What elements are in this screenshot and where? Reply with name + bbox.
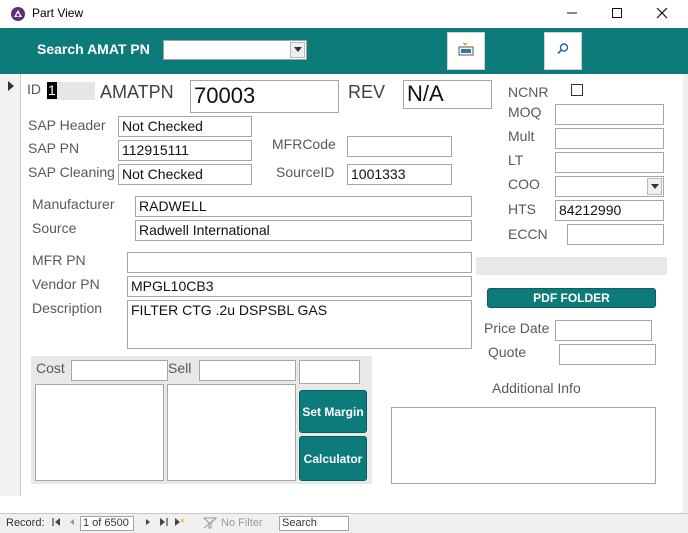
first-record-icon[interactable] — [52, 517, 61, 530]
price-date-label: Price Date — [484, 320, 550, 336]
sourceid-field[interactable]: 1001333 — [347, 164, 452, 185]
sell-list[interactable] — [167, 384, 296, 481]
cost-list[interactable] — [35, 384, 164, 481]
record-label: Record: — [6, 517, 45, 529]
last-record-icon[interactable] — [159, 517, 168, 530]
scroll-edge — [683, 74, 688, 514]
id-label: ID — [27, 81, 41, 97]
search-amat-pn-label: Search AMAT PN — [37, 41, 150, 57]
description-label: Description — [32, 300, 103, 316]
source-field[interactable]: Radwell International — [135, 220, 472, 241]
moq-label: MOQ — [508, 104, 542, 120]
no-filter-label[interactable]: No Filter — [221, 517, 263, 529]
sourceid-label: SourceID — [276, 164, 335, 180]
mfrcode-field[interactable] — [347, 136, 452, 157]
sell-field[interactable] — [199, 360, 296, 381]
sap-pn-field[interactable]: 112915111 — [118, 140, 252, 161]
app-icon — [10, 6, 26, 22]
svg-text:*: * — [180, 518, 185, 527]
hts-field[interactable]: 84212990 — [555, 200, 664, 221]
search-amat-pn-combo[interactable] — [163, 40, 307, 60]
rev-field[interactable]: N/A — [403, 80, 492, 109]
window-title: Part View — [32, 6, 84, 20]
chevron-down-icon[interactable] — [647, 178, 662, 195]
description-field[interactable]: FILTER CTG .2u DSPSBL GAS — [127, 300, 472, 349]
amatpn-label: AMATPN — [100, 82, 174, 102]
sap-cleaning-label: SAP Cleaning — [28, 164, 115, 180]
status-search-box[interactable]: Search — [279, 516, 349, 531]
record-selector[interactable] — [0, 74, 21, 496]
quote-label: Quote — [488, 344, 527, 360]
mfrcode-label: MFRCode — [272, 136, 336, 152]
margin-field[interactable] — [299, 360, 360, 384]
previous-record-icon[interactable] — [68, 517, 75, 530]
id-field[interactable]: 1 — [47, 82, 95, 100]
cost-field[interactable] — [71, 360, 168, 381]
sap-pn-label: SAP PN — [28, 140, 80, 156]
maximize-icon[interactable] — [594, 0, 640, 26]
pdf-folder-button[interactable]: PDF FOLDER — [487, 288, 656, 308]
quote-field[interactable] — [559, 344, 656, 365]
hts-label: HTS — [508, 201, 536, 217]
mfr-pn-label: MFR PN — [32, 252, 86, 268]
eccn-label: ECCN — [508, 226, 548, 242]
new-record-button[interactable] — [447, 32, 485, 70]
id-value: 1 — [47, 82, 57, 99]
additional-info-field[interactable] — [391, 407, 656, 484]
calculator-button[interactable]: Calculator — [299, 436, 367, 481]
source-label: Source — [32, 220, 77, 236]
close-icon[interactable] — [639, 0, 685, 26]
rev-label: REV — [348, 82, 386, 102]
ncnr-checkbox[interactable] — [571, 84, 583, 96]
mult-field[interactable] — [555, 128, 664, 149]
sap-cleaning-field[interactable]: Not Checked — [118, 164, 252, 185]
lt-field[interactable] — [555, 152, 664, 173]
next-record-icon[interactable] — [145, 517, 152, 530]
new-record-icon — [458, 42, 474, 61]
amatpn-field[interactable]: 70003 — [190, 80, 339, 113]
manufacturer-label: Manufacturer — [32, 196, 115, 212]
sap-header-field[interactable]: Not Checked — [118, 116, 252, 137]
new-blank-record-icon[interactable]: * — [174, 517, 186, 530]
filter-icon — [202, 517, 218, 532]
chevron-down-icon[interactable] — [290, 42, 305, 58]
lt-label: LT — [508, 152, 524, 168]
navigation-bar: Record: 1 of 6500 * No Filter Search — [0, 513, 688, 533]
coo-combo[interactable] — [555, 176, 664, 197]
additional-info-label: Additional Info — [492, 380, 581, 396]
eccn-field[interactable] — [567, 224, 664, 245]
ncnr-label: NCNR — [508, 84, 549, 100]
mfr-pn-field[interactable] — [127, 252, 472, 273]
price-date-field[interactable] — [555, 320, 652, 341]
search-amat-pn-value — [164, 43, 167, 57]
manufacturer-field[interactable]: RADWELL — [135, 196, 472, 217]
vendor-pn-label: Vendor PN — [32, 276, 100, 292]
separator-bar — [476, 257, 667, 275]
coo-label: COO — [508, 176, 540, 192]
search-button[interactable] — [544, 32, 582, 70]
current-record-icon — [8, 81, 14, 91]
set-margin-button[interactable]: Set Margin — [299, 390, 367, 433]
sell-label: Sell — [168, 360, 192, 376]
cost-label: Cost — [36, 360, 65, 376]
vendor-pn-field[interactable]: MPGL10CB3 — [127, 276, 472, 297]
minimize-icon[interactable] — [549, 0, 595, 26]
sap-header-label: SAP Header — [28, 117, 106, 133]
mult-label: Mult — [508, 128, 535, 144]
search-icon — [556, 42, 570, 61]
moq-field[interactable] — [555, 104, 664, 125]
record-position-field[interactable]: 1 of 6500 — [80, 516, 134, 531]
